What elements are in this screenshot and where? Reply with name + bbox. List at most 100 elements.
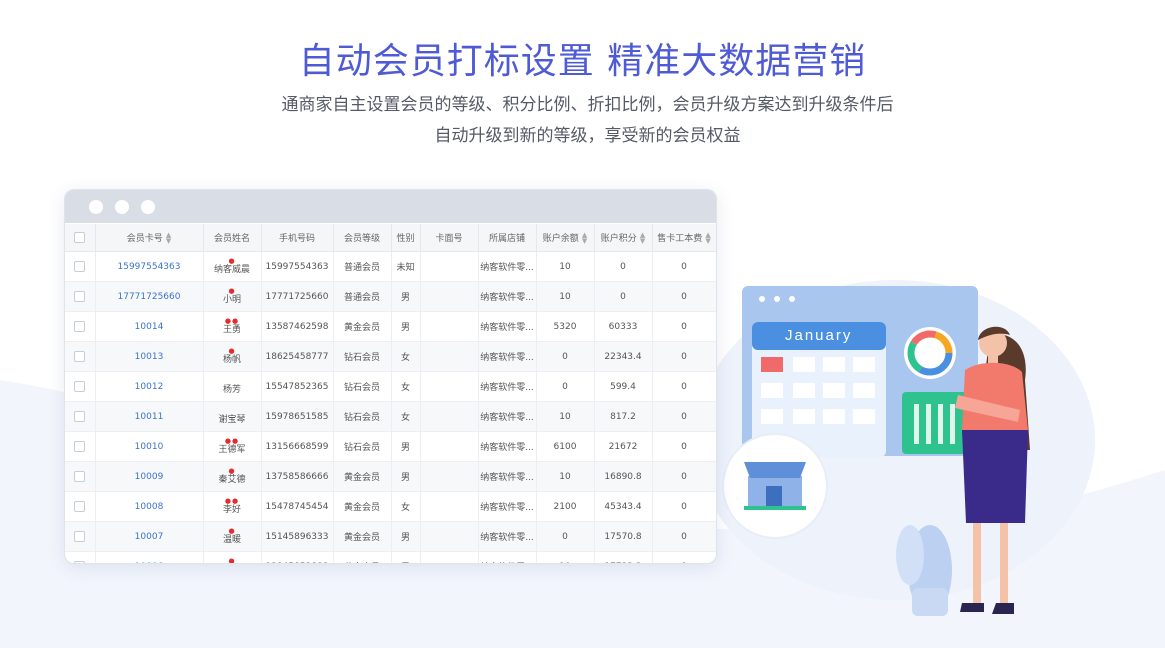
- cell-text: 60333: [608, 321, 638, 332]
- cell-card[interactable]: 10009: [95, 461, 204, 492]
- member-card-link[interactable]: 10012: [135, 382, 164, 392]
- row-select-cell[interactable]: [65, 491, 96, 522]
- cell-level: 黄金会员: [333, 491, 392, 522]
- cell-phone: 13587462598: [261, 311, 334, 342]
- row-checkbox[interactable]: [74, 471, 86, 482]
- row-select-cell[interactable]: [65, 401, 96, 432]
- row-checkbox[interactable]: [74, 531, 86, 542]
- column-header[interactable]: 会员卡号 ▲ ▼: [95, 224, 204, 252]
- window-dot-icon: [89, 199, 103, 214]
- table-row[interactable]: 10006 ●谢明 13945852888 黄金会员 男 纳客软件零... 10 17733.…: [65, 551, 716, 564]
- cell-name: ● 秦艾德: [203, 461, 262, 492]
- cell-store: 纳客软件零...: [478, 431, 537, 462]
- cell-card[interactable]: 10007: [95, 521, 204, 552]
- table-row[interactable]: 10008 ●● 李好 15478745454 黄金会员女纳客软件零... 2100 453…: [65, 491, 716, 522]
- cell-phone: 15478745454: [261, 491, 334, 522]
- table-row[interactable]: 15997554363 ● 纳客威晨 15997554363 普通会员 未知 纳客软件零..…: [65, 251, 716, 282]
- row-select-cell[interactable]: [65, 431, 96, 462]
- member-card-link[interactable]: 10014: [135, 322, 164, 332]
- cell-text: 钻石会员: [343, 443, 380, 453]
- member-card-link[interactable]: 15997554363: [118, 262, 181, 272]
- cell-phone: 17771725660: [261, 281, 334, 312]
- cell-card[interactable]: 15997554363: [95, 251, 204, 282]
- cell-text: 男: [400, 293, 410, 303]
- cell-card[interactable]: 10010: [95, 431, 204, 462]
- cell-card[interactable]: 10006: [95, 551, 204, 564]
- select-all-header[interactable]: [65, 224, 96, 252]
- member-card-link[interactable]: 10006: [135, 562, 164, 564]
- cell-face: [420, 521, 479, 552]
- select-all-checkbox[interactable]: [74, 232, 86, 243]
- cell-store: 纳客软件零...: [478, 521, 537, 552]
- table-row[interactable]: 10010 ●● 王德军 13156668599 钻石会员男纳客软件零... 6100 21…: [65, 431, 716, 462]
- cell-text: 0: [681, 261, 687, 272]
- table-row[interactable]: 10013 ● 杨帆 18625458777 钻石会员女纳客软件零... 0 22343.4…: [65, 341, 716, 372]
- table-row[interactable]: 10012 杨芳 15547852365 钻石会员 女 纳客软件零... 0 599.4 0: [65, 371, 716, 402]
- cell-store: 纳客软件零...: [478, 251, 537, 282]
- cell-phone: 13758586666: [261, 461, 334, 492]
- tag-dot-icon: ●: [228, 557, 236, 564]
- member-card-link[interactable]: 10011: [135, 412, 164, 422]
- cell-card[interactable]: 10014: [95, 311, 204, 342]
- cell-text: 黄金会员: [343, 323, 380, 333]
- row-select-cell[interactable]: [65, 311, 96, 342]
- row-checkbox[interactable]: [74, 381, 86, 392]
- tag-dot-icon: ●: [228, 527, 236, 535]
- member-card-link[interactable]: 10013: [135, 352, 164, 362]
- cell-text: 普通会员: [343, 293, 380, 303]
- row-checkbox[interactable]: [74, 411, 86, 422]
- cell-text: 16890.8: [604, 471, 642, 482]
- row-checkbox[interactable]: [74, 321, 86, 332]
- row-select-cell[interactable]: [65, 251, 96, 282]
- member-card-link[interactable]: 10007: [135, 532, 164, 542]
- cell-card[interactable]: 10013: [95, 341, 204, 372]
- cell-balance: 0: [536, 521, 595, 552]
- row-checkbox[interactable]: [74, 351, 86, 362]
- column-header[interactable]: 账户余额 ▲ ▼: [536, 224, 595, 252]
- cell-card[interactable]: 10011: [95, 401, 204, 432]
- member-card-link[interactable]: 10009: [135, 472, 164, 482]
- cell-card[interactable]: 17771725660: [95, 281, 204, 312]
- column-header[interactable]: 售卡工本费 ▲ ▼: [652, 224, 716, 252]
- member-card-link[interactable]: 10010: [135, 442, 164, 452]
- row-select-cell[interactable]: [65, 521, 96, 552]
- member-name: 秦艾德: [218, 475, 246, 485]
- cell-fee: 0: [652, 521, 716, 552]
- cell-text: 13945852888: [266, 562, 329, 564]
- table-row[interactable]: 10014 ●● 王勇 13587462598 黄金会员男纳客软件零... 5320 603…: [65, 311, 716, 342]
- cell-text: 17771725660: [265, 291, 329, 302]
- cell-text: 男: [401, 563, 410, 564]
- cell-level: 钻石会员: [333, 431, 392, 462]
- cell-text: 纳客软件零...: [480, 323, 534, 333]
- row-checkbox[interactable]: [74, 261, 86, 272]
- table-row[interactable]: 10007 ● 温暖 15145896333 黄金会员男纳客软件零... 0 17570.8…: [65, 521, 716, 552]
- cell-level: 黄金会员: [333, 551, 392, 563]
- row-select-cell[interactable]: [65, 461, 96, 492]
- table-row[interactable]: 10009 ● 秦艾德 13758586666 黄金会员男纳客软件零... 10 16890…: [65, 461, 716, 492]
- cell-balance: 10: [536, 281, 595, 312]
- row-select-cell[interactable]: [65, 281, 96, 312]
- member-card-link[interactable]: 10008: [135, 502, 164, 512]
- row-checkbox[interactable]: [74, 501, 86, 512]
- sort-icon[interactable]: ▲ ▼: [166, 232, 171, 245]
- row-select-cell[interactable]: [65, 371, 96, 402]
- cell-card[interactable]: 10012: [95, 371, 204, 402]
- member-name: 李好: [222, 505, 241, 515]
- row-select-cell[interactable]: [65, 551, 96, 563]
- sort-icon[interactable]: ▲ ▼: [582, 232, 587, 245]
- sort-icon[interactable]: ▲ ▼: [640, 232, 645, 245]
- table-row[interactable]: 17771725660 ● 小明 17771725660 普通会员男纳客软件零... 10…: [65, 281, 716, 312]
- row-checkbox[interactable]: [74, 441, 86, 452]
- member-card-link[interactable]: 17771725660: [118, 292, 181, 302]
- row-checkbox[interactable]: [74, 561, 86, 563]
- cell-balance: 2100: [536, 491, 595, 522]
- cell-text: 0: [681, 562, 687, 564]
- row-checkbox[interactable]: [74, 291, 86, 302]
- cell-text: 45343.4: [604, 501, 642, 512]
- sort-icon[interactable]: ▲ ▼: [705, 232, 710, 245]
- cell-card[interactable]: 10008: [95, 491, 204, 522]
- cell-level: 黄金会员: [333, 521, 392, 552]
- row-select-cell[interactable]: [65, 341, 96, 372]
- table-row[interactable]: 10011 谢宝琴 15978651585 钻石会员 女 纳客软件零... 10 817.2 0: [65, 401, 716, 432]
- column-header[interactable]: 账户积分 ▲ ▼: [594, 224, 653, 252]
